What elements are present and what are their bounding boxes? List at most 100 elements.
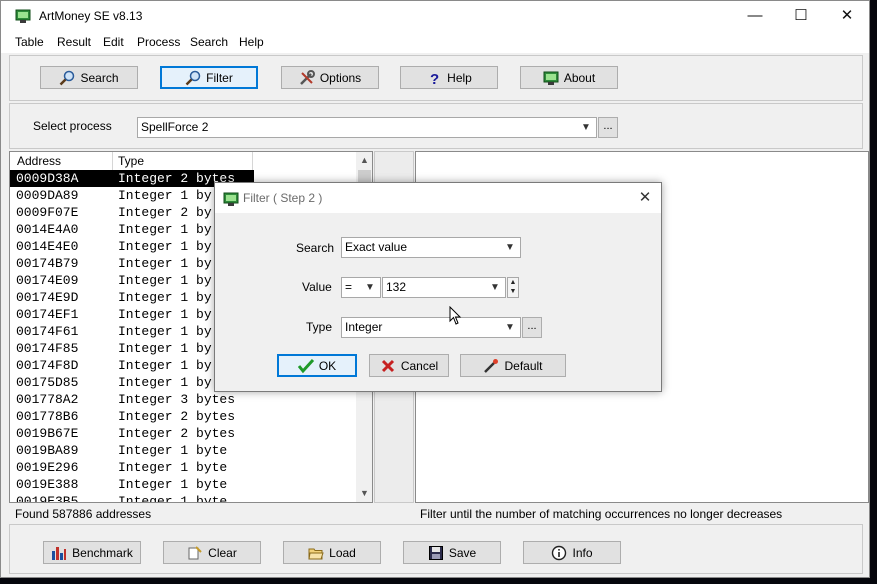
menu-help[interactable]: Help (239, 35, 264, 49)
help-button-label: Help (447, 70, 472, 85)
column-divider[interactable] (252, 152, 253, 170)
search-button[interactable]: Search (40, 66, 138, 89)
dialog-title-bar: Filter ( Step 2 ) ✕ (215, 183, 661, 213)
svg-text:?: ? (430, 71, 439, 86)
scroll-up-icon[interactable]: ▲ (356, 152, 372, 169)
table-row[interactable]: 0019BA89 Integer 1 byte (10, 442, 254, 459)
ok-button[interactable]: OK (277, 354, 357, 377)
clear-button-label: Clear (208, 545, 237, 560)
type-label: Type (306, 320, 333, 334)
table-row[interactable]: 0019E3B5 Integer 1 byte (10, 493, 254, 502)
cell-type: Integer 1 by (118, 375, 212, 390)
filter-dialog: Filter ( Step 2 ) ✕ Search Exact value ▼… (214, 182, 662, 392)
column-header-type[interactable]: Type (118, 154, 144, 168)
save-button-label: Save (448, 545, 477, 560)
menu-result[interactable]: Result (57, 35, 91, 49)
load-button-label: Load (329, 545, 356, 560)
table-row[interactable]: 0019B67E Integer 2 bytes (10, 425, 254, 442)
clear-button[interactable]: Clear (163, 541, 261, 564)
scroll-down-icon[interactable]: ▼ (356, 485, 372, 502)
tools-icon (299, 69, 315, 85)
cell-address: 00174E9D (16, 290, 79, 305)
table-row[interactable]: 0019E296 Integer 1 byte (10, 459, 254, 476)
main-toolbar: Search Filter Options ? Help About (9, 55, 863, 101)
process-browse-button[interactable]: ... (598, 117, 618, 138)
table-row[interactable]: 0019E388 Integer 1 byte (10, 476, 254, 493)
column-header-address[interactable]: Address (17, 154, 61, 168)
menu-process[interactable]: Process (137, 35, 180, 49)
select-process-label: Select process (33, 119, 112, 133)
value-label: Value (302, 280, 332, 294)
magic-wand-icon (484, 358, 499, 373)
menu-table[interactable]: Table (15, 35, 44, 49)
default-button[interactable]: Default (460, 354, 566, 377)
cell-type: Integer 1 by (118, 188, 212, 203)
load-button[interactable]: Load (283, 541, 381, 564)
process-panel: Select process SpellForce 2 ▼ ... (9, 103, 863, 149)
table-row[interactable]: 001778B6 Integer 2 bytes (10, 408, 254, 425)
menu-search[interactable]: Search (190, 35, 228, 49)
floppy-icon (428, 545, 443, 560)
filter-button[interactable]: Filter (160, 66, 258, 89)
bar-chart-icon (52, 546, 67, 560)
status-found-count: Found 587886 addresses (15, 507, 152, 521)
table-row[interactable]: 001778A2 Integer 3 bytes (10, 391, 254, 408)
type-select-value: Integer (345, 320, 383, 334)
process-select[interactable]: SpellForce 2 ▼ (137, 117, 597, 138)
cell-type: Integer 1 byte (118, 477, 228, 492)
cell-type: Integer 1 byte (118, 460, 228, 475)
benchmark-button[interactable]: Benchmark (43, 541, 141, 564)
clear-icon (188, 545, 202, 559)
cell-address: 00174F8D (16, 358, 79, 373)
menu-edit[interactable]: Edit (103, 35, 124, 49)
cell-type: Integer 2 bytes (118, 426, 236, 441)
options-button[interactable]: Options (281, 66, 379, 89)
cell-address: 0009D38A (16, 171, 79, 186)
chevron-down-icon: ▼ (505, 322, 515, 333)
cancel-button[interactable]: Cancel (369, 354, 449, 377)
about-button[interactable]: About (520, 66, 618, 89)
cell-type: Integer 1 byte (118, 443, 228, 458)
help-button[interactable]: ? Help (400, 66, 498, 89)
operator-value: = (345, 280, 353, 294)
cell-type: Integer 1 by (118, 358, 212, 373)
operator-select[interactable]: = ▼ (341, 277, 381, 298)
bottom-toolbar: Benchmark Clear Load Save Info (9, 524, 863, 574)
cell-address: 0009F07E (16, 205, 79, 220)
value-input-text: 132 (386, 280, 407, 294)
info-button[interactable]: Info (523, 541, 621, 564)
type-select[interactable]: Integer ▼ (341, 317, 521, 338)
spin-up-icon[interactable]: ▲ (508, 278, 518, 287)
window-title: ArtMoney SE v8.13 (39, 9, 143, 23)
cell-type: Integer 1 by (118, 307, 212, 322)
column-divider[interactable] (112, 152, 113, 170)
value-spinner[interactable]: ▲ ▼ (507, 277, 519, 298)
title-bar: ArtMoney SE v8.13 — ☐ ✕ (1, 1, 869, 31)
mouse-cursor-icon (449, 306, 462, 325)
search-mode-select[interactable]: Exact value ▼ (341, 237, 521, 258)
cell-type: Integer 1 by (118, 239, 212, 254)
dialog-close-button[interactable]: ✕ (635, 188, 655, 208)
cell-address: 0009DA89 (16, 188, 79, 203)
folder-open-icon (308, 548, 324, 559)
app-icon (543, 71, 559, 85)
cell-type: Integer 1 by (118, 324, 212, 339)
value-input[interactable]: 132 ▼ (382, 277, 506, 298)
minimize-button[interactable]: — (732, 1, 778, 31)
cell-address: 0019BA89 (16, 443, 79, 458)
process-select-value: SpellForce 2 (141, 120, 209, 134)
ok-button-label: OK (318, 358, 337, 373)
cell-type: Integer 2 bytes (118, 409, 236, 424)
type-browse-button[interactable]: ... (522, 317, 542, 338)
search-button-label: Search (80, 70, 119, 85)
cell-type: Integer 1 by (118, 273, 212, 288)
close-button[interactable]: ✕ (824, 1, 870, 31)
save-button[interactable]: Save (403, 541, 501, 564)
spin-down-icon[interactable]: ▼ (508, 287, 518, 296)
cell-type: Integer 3 bytes (118, 392, 236, 407)
cell-address: 00174F61 (16, 324, 79, 339)
about-button-label: About (563, 70, 596, 85)
cell-address: 00174B79 (16, 256, 79, 271)
cell-address: 00174EF1 (16, 307, 79, 322)
maximize-button[interactable]: ☐ (778, 1, 824, 31)
